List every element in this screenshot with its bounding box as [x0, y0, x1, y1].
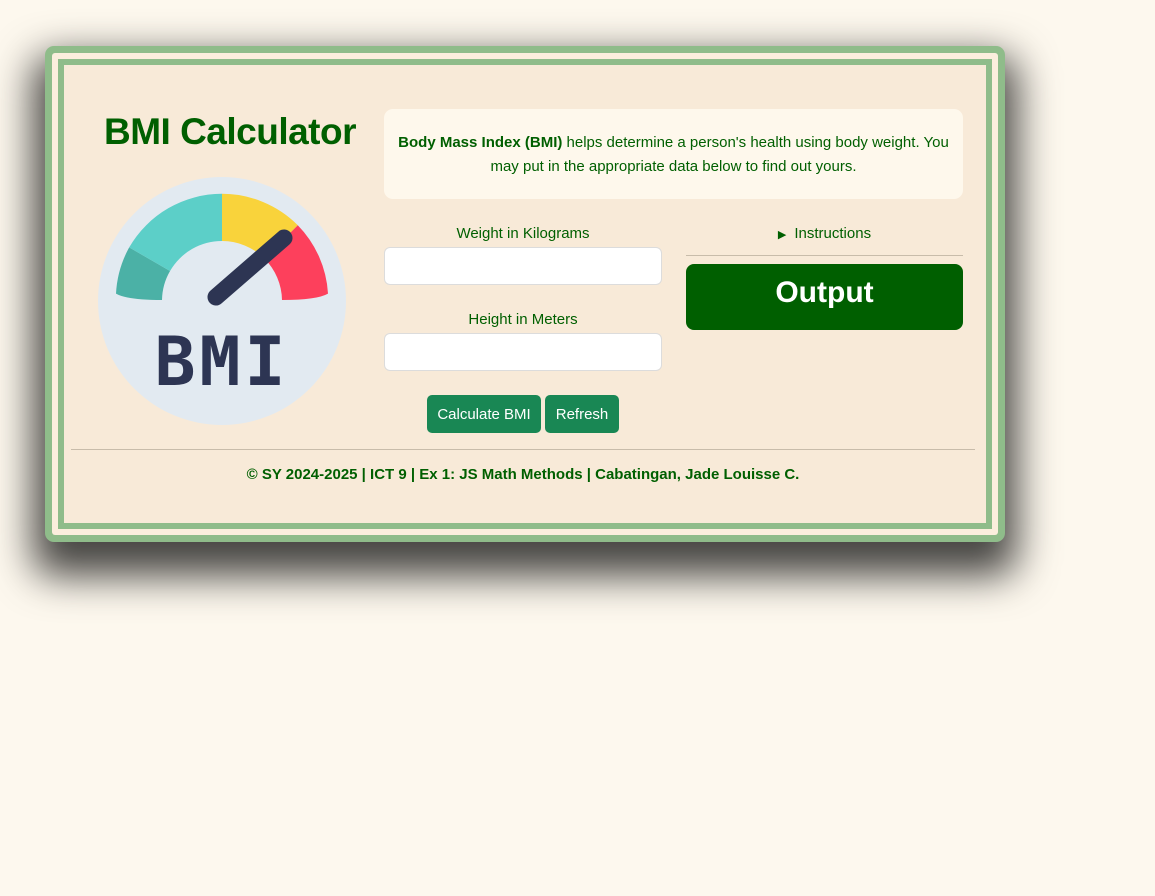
- calculate-bmi-button[interactable]: Calculate BMI: [427, 395, 541, 433]
- footer-divider: [71, 449, 975, 450]
- height-label: Height in Meters: [468, 311, 578, 328]
- app-panel: BMI Calculator BMI Body Mass Index (BMI)…: [58, 59, 992, 529]
- frame-cream-border: BMI Calculator BMI Body Mass Index (BMI)…: [52, 53, 998, 535]
- info-box: Body Mass Index (BMI) helps determine a …: [384, 109, 963, 199]
- height-input[interactable]: [384, 333, 662, 371]
- refresh-button[interactable]: Refresh: [545, 395, 619, 433]
- instructions-toggle[interactable]: ▶ Instructions: [686, 225, 963, 242]
- bmi-gauge-logo: BMI: [98, 177, 346, 425]
- info-bold-term: Body Mass Index (BMI): [398, 134, 563, 151]
- weight-label: Weight in Kilograms: [456, 225, 590, 242]
- instructions-label: Instructions: [794, 225, 872, 242]
- output-box: Output: [686, 264, 963, 330]
- weight-input[interactable]: [384, 247, 662, 285]
- instructions-divider: [686, 255, 963, 256]
- app-frame: BMI Calculator BMI Body Mass Index (BMI)…: [45, 46, 1005, 542]
- triangle-right-icon: ▶: [777, 229, 787, 241]
- footer-credits: © SY 2024-2025 | ICT 9 | Ex 1: JS Math M…: [246, 466, 800, 483]
- page-title: BMI Calculator: [103, 111, 357, 152]
- gauge-bmi-text: BMI: [155, 323, 290, 402]
